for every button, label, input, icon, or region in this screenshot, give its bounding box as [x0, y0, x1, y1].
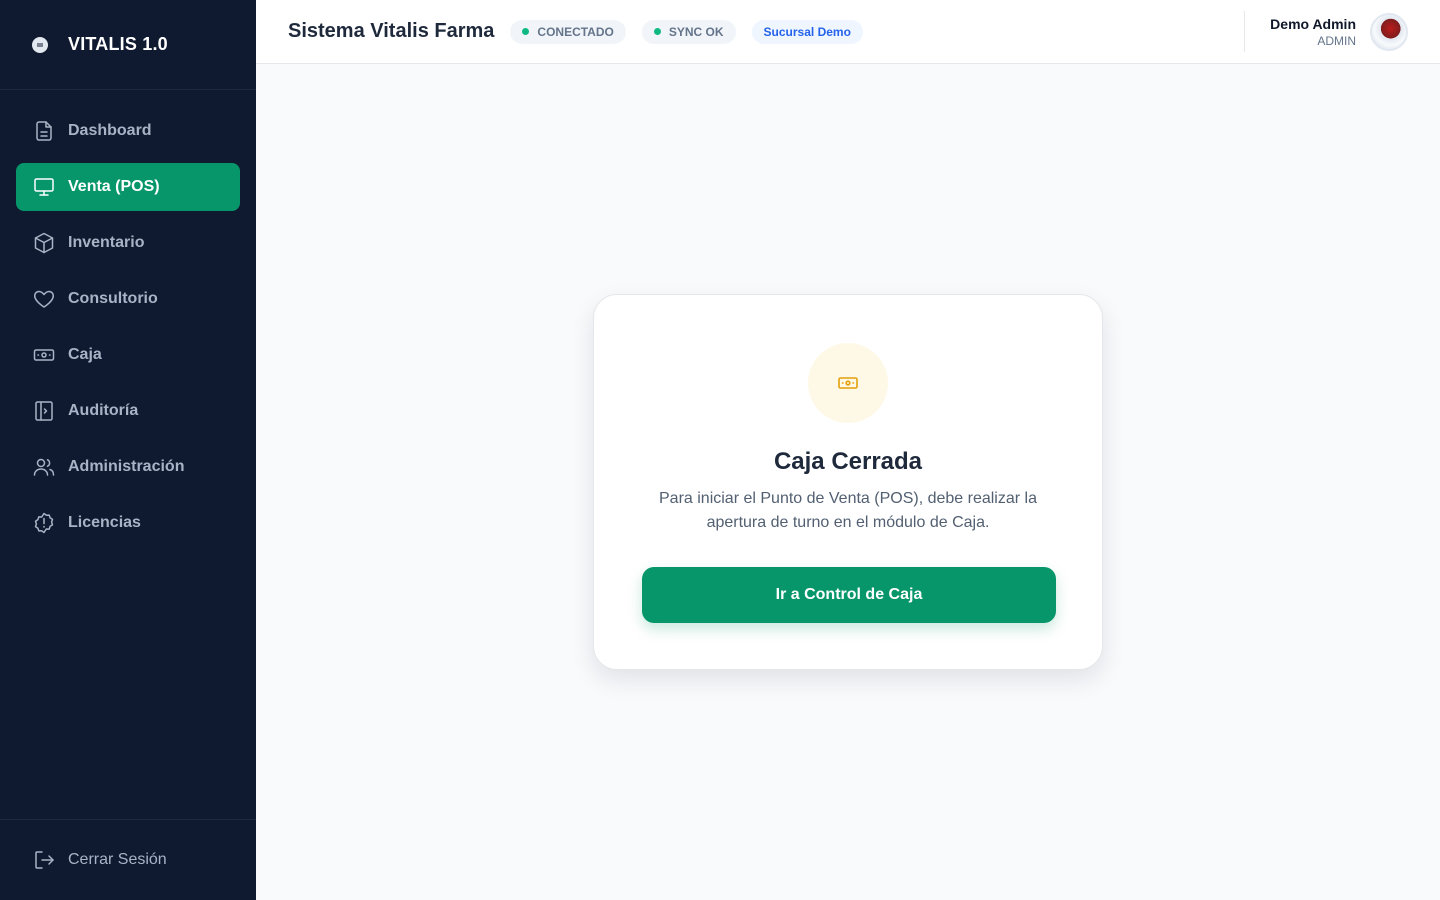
cash-icon	[32, 343, 56, 367]
sidebar-item-label: Caja	[68, 346, 102, 363]
heart-icon	[32, 287, 56, 311]
logout-icon	[35, 851, 54, 869]
user-role: ADMIN	[1317, 33, 1356, 48]
card-title: Caja Cerrada	[773, 448, 923, 475]
cube-icon	[32, 231, 56, 255]
card-description: Para iniciar el Punto de Venta (POS), de…	[659, 490, 1037, 531]
panel-icon	[32, 399, 56, 423]
sidebar-nav: Dashboard Venta (POS) Inventario Consult…	[16, 107, 240, 555]
status-badge-label: SYNC OK	[668, 24, 724, 39]
sidebar-item-dashboard[interactable]: Dashboard	[16, 107, 240, 155]
monitor-icon	[32, 175, 56, 199]
logout-label: Cerrar Sesión	[68, 851, 167, 868]
sidebar-item-caja[interactable]: Caja	[16, 331, 240, 379]
branch-badge: Sucursal Demo	[751, 19, 863, 44]
logo-icon	[32, 36, 48, 53]
sidebar: VITALIS 1.0 Dashboard Venta (POS) Invent…	[0, 0, 256, 900]
alert-icon	[32, 511, 56, 535]
brand-name: VITALIS 1.0	[68, 34, 168, 54]
sidebar-item-inventario[interactable]: Inventario	[16, 219, 240, 267]
sidebar-item-label: Inventario	[68, 234, 145, 251]
sidebar-item-label: Consultorio	[68, 290, 158, 307]
sidebar-item-auditoria[interactable]: Auditoría	[16, 387, 240, 435]
user-menu[interactable]: Demo Admin ADMIN	[1244, 11, 1440, 52]
sidebar-item-administracion[interactable]: Administración	[16, 443, 240, 491]
user-name: Demo Admin	[1270, 15, 1356, 32]
status-badge-label: CONECTADO	[537, 24, 614, 39]
status-badge-sync: SYNC OK	[641, 19, 736, 44]
status-badge-connected: CONECTADO	[510, 19, 626, 44]
users-icon	[32, 455, 56, 479]
top-header: Sistema Vitalis Farma CONECTADO SYNC OK …	[256, 0, 1440, 64]
sidebar-footer: Cerrar Sesión	[0, 819, 256, 900]
sidebar-item-label: Dashboard	[68, 122, 152, 139]
brand: VITALIS 1.0	[0, 0, 256, 90]
status-dot	[522, 28, 530, 35]
document-icon	[32, 119, 56, 143]
closed-register-card: Caja Cerrada Para iniciar el Punto de Ve…	[593, 294, 1103, 670]
sidebar-item-label: Auditoría	[68, 402, 139, 419]
sidebar-item-label: Venta (POS)	[68, 178, 160, 195]
logout-button[interactable]: Cerrar Sesión	[32, 848, 167, 872]
sidebar-item-label: Administración	[68, 458, 185, 475]
go-to-cash-control-button[interactable]: Ir a Control de Caja	[642, 567, 1056, 623]
page-title: Sistema Vitalis Farma	[288, 20, 495, 42]
sidebar-item-licencias[interactable]: Licencias	[16, 499, 240, 547]
cash-icon	[808, 343, 888, 423]
sidebar-item-consultorio[interactable]: Consultorio	[16, 275, 240, 323]
avatar[interactable]	[1370, 12, 1408, 51]
sidebar-item-venta-pos[interactable]: Venta (POS)	[16, 163, 240, 211]
user-info: Demo Admin ADMIN	[1270, 16, 1356, 48]
sidebar-item-label: Licencias	[68, 514, 141, 531]
status-dot	[653, 28, 661, 35]
